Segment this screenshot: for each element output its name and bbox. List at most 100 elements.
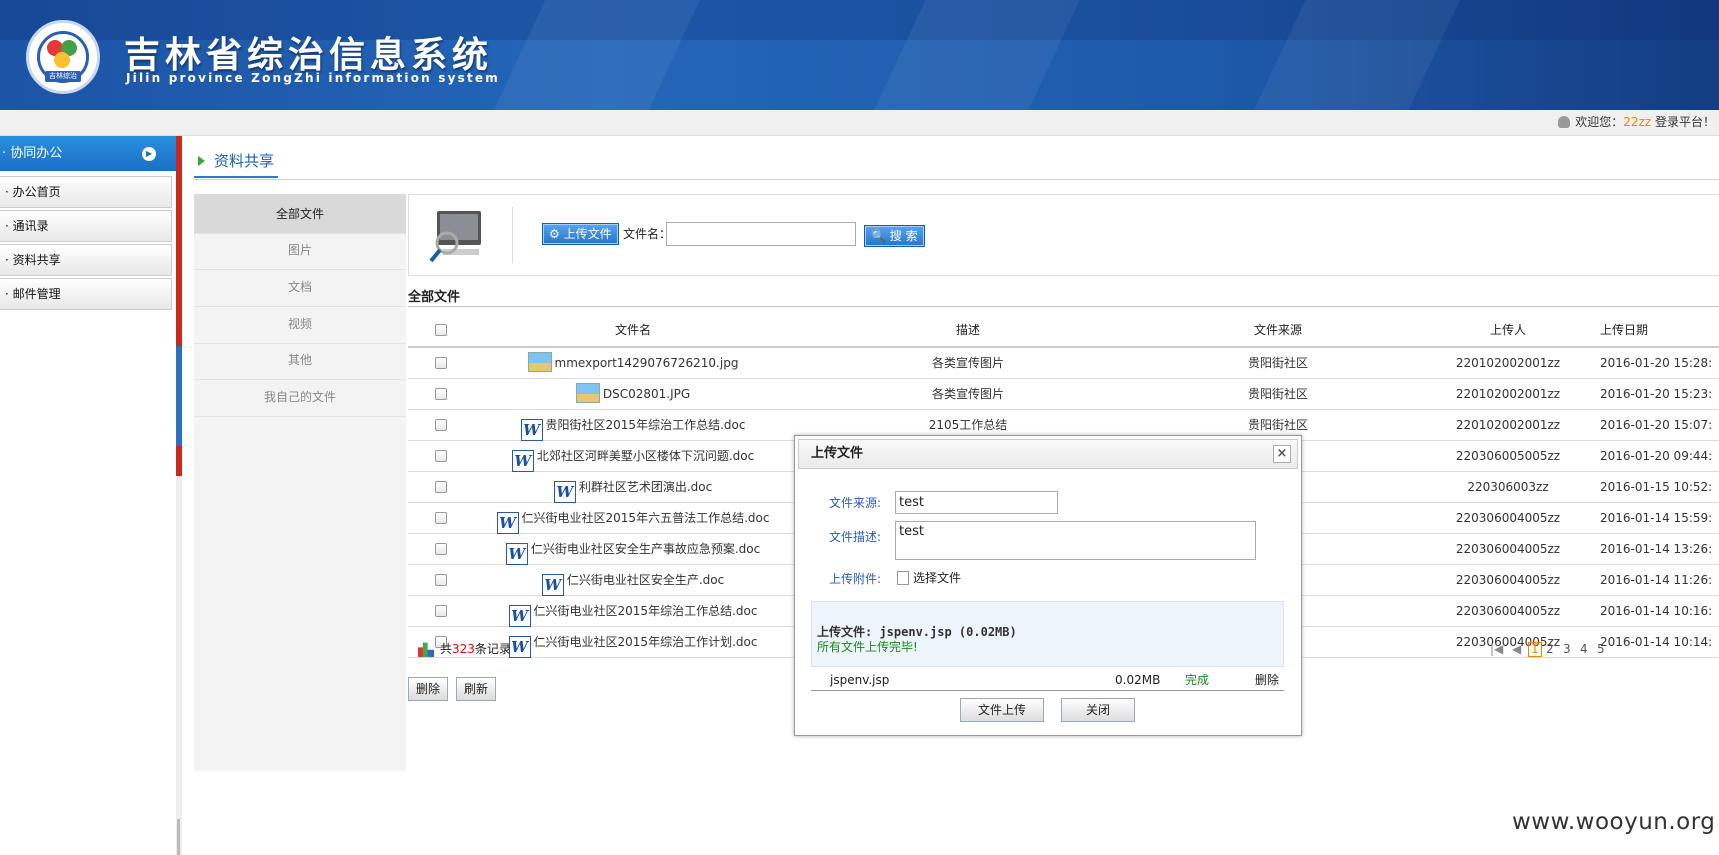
welcome-text: 欢迎您： bbox=[1575, 115, 1624, 129]
file-date: 2016-01-14 11:26: bbox=[1600, 573, 1713, 587]
header-banner: 吉林综治 吉林省综治信息系统 Jilin province ZongZhi in… bbox=[0, 0, 1719, 110]
category-panel: 全部文件 图片 文档 视频 其他 我自己的文件 bbox=[194, 194, 406, 771]
divider bbox=[408, 306, 1719, 307]
tab-share[interactable]: 资料共享 bbox=[194, 150, 279, 178]
file-name-cell[interactable]: W 仁兴街电业社区安全生产.doc bbox=[448, 565, 818, 596]
image-file-icon bbox=[527, 352, 552, 372]
first-page-icon[interactable]: |◀ bbox=[1490, 633, 1503, 665]
page-4[interactable]: 4 bbox=[1580, 633, 1588, 665]
dialog-upload-button[interactable]: 文件上传 bbox=[960, 698, 1045, 722]
filename-input[interactable] bbox=[666, 222, 856, 246]
file-date: 2016-01-20 15:23: bbox=[1600, 387, 1713, 401]
refresh-button[interactable]: 刷新 bbox=[456, 677, 497, 701]
file-name-cell[interactable]: W 北郊社区河畔美墅小区楼体下沉问题.doc bbox=[448, 441, 818, 472]
pagination: |◀ ◀ 1 2 3 4 5 bbox=[1490, 633, 1719, 665]
row-checkbox[interactable] bbox=[435, 348, 447, 378]
upload-status: 上传文件: jspenv.jsp (0.02MB) 所有文件上传完毕! bbox=[811, 601, 1284, 667]
sidebar-item-contacts[interactable]: · 通讯录 bbox=[0, 210, 172, 242]
header-filename[interactable]: 文件名 bbox=[448, 314, 818, 347]
file-name-cell[interactable]: W 仁兴街电业社区2015年综治工作总结.doc bbox=[448, 596, 818, 627]
category-documents[interactable]: 文档 bbox=[194, 267, 406, 307]
sidebar-header-label: · 协同办公 bbox=[2, 146, 63, 161]
category-images[interactable]: 图片 bbox=[194, 230, 406, 270]
page-5[interactable]: 5 bbox=[1597, 633, 1605, 665]
system-subtitle: Jilin province ZongZhi information syste… bbox=[126, 71, 500, 85]
checkbox-icon bbox=[435, 512, 447, 524]
category-all[interactable]: 全部文件 bbox=[194, 194, 406, 234]
username[interactable]: 22zz bbox=[1623, 115, 1651, 129]
file-name-cell[interactable]: DSC02801.JPG bbox=[448, 379, 818, 409]
row-checkbox[interactable] bbox=[435, 410, 447, 440]
word-file-icon: W bbox=[541, 574, 564, 596]
file-name-cell[interactable]: mmexport1429076726210.jpg bbox=[448, 348, 818, 378]
image-file-icon bbox=[575, 383, 600, 403]
sidebar: · 协同办公 ▶ · 办公首页 · 通讯录 · 资料共享 · 邮件管理 bbox=[0, 136, 182, 855]
row-checkbox[interactable] bbox=[435, 596, 447, 626]
dialog-header: 上传文件 × bbox=[798, 439, 1298, 469]
sidebar-item-mail[interactable]: · 邮件管理 bbox=[0, 278, 172, 310]
header-description[interactable]: 描述 bbox=[868, 314, 1068, 347]
file-name-cell[interactable]: W 仁兴街电业社区安全生产事故应急预案.doc bbox=[448, 534, 818, 565]
uploaded-file-status: 完成 bbox=[1185, 673, 1210, 687]
page-3[interactable]: 3 bbox=[1563, 633, 1571, 665]
row-checkbox[interactable] bbox=[435, 441, 447, 471]
file-date: 2016-01-14 10:16: bbox=[1600, 604, 1713, 618]
file-name-cell[interactable]: W 仁兴街电业社区2015年六五普法工作总结.doc bbox=[448, 503, 818, 534]
row-checkbox[interactable] bbox=[435, 379, 447, 409]
arrow-icon bbox=[198, 156, 205, 166]
sidebar-item-share[interactable]: · 资料共享 bbox=[0, 244, 172, 276]
source-input[interactable]: test bbox=[895, 491, 1058, 514]
checkbox-icon bbox=[435, 357, 447, 369]
list-title: 全部文件 bbox=[408, 290, 461, 305]
category-mine[interactable]: 我自己的文件 bbox=[194, 377, 406, 417]
select-all-checkbox[interactable] bbox=[435, 314, 447, 347]
play-icon: ▶ bbox=[142, 147, 156, 161]
user-icon bbox=[1558, 116, 1571, 128]
table-row[interactable]: mmexport1429076726210.jpg 各类宣传图片 贵阳街社区 2201… bbox=[408, 348, 1719, 379]
table-row[interactable]: DSC02801.JPG 各类宣传图片 贵阳街社区 220102002001zz 201… bbox=[408, 379, 1719, 410]
uploaded-file-row: jspenv.jsp 0.02MB 完成 删除 bbox=[811, 669, 1284, 691]
divider bbox=[194, 179, 1719, 180]
tab-label: 资料共享 bbox=[214, 152, 275, 170]
table-header-row: 文件名 描述 文件来源 上传人 上传日期 bbox=[408, 314, 1719, 348]
filename-label: 文件名： bbox=[623, 227, 672, 241]
file-date: 2016-01-20 15:07: bbox=[1600, 418, 1713, 432]
row-checkbox[interactable] bbox=[435, 534, 447, 564]
checkbox-icon bbox=[435, 324, 447, 336]
word-file-icon: W bbox=[508, 605, 531, 627]
uploaded-file-delete[interactable]: 删除 bbox=[1255, 669, 1279, 691]
description-label: 文件描述: bbox=[829, 530, 882, 544]
dialog-title: 上传文件 bbox=[811, 446, 864, 461]
page-2[interactable]: 2 bbox=[1546, 633, 1554, 665]
file-name: 仁兴街电业社区安全生产事故应急预案.doc bbox=[530, 542, 761, 556]
choose-file-button[interactable]: 选择文件 bbox=[913, 570, 961, 586]
row-checkbox[interactable] bbox=[435, 565, 447, 595]
sidebar-item-home[interactable]: · 办公首页 bbox=[0, 176, 172, 208]
source-label: 文件来源: bbox=[829, 496, 882, 510]
row-checkbox[interactable] bbox=[435, 503, 447, 533]
dialog-close-button[interactable]: 关闭 bbox=[1061, 698, 1136, 722]
page-1[interactable]: 1 bbox=[1528, 642, 1542, 657]
search-button[interactable]: 🔍 搜 索 bbox=[864, 225, 925, 247]
file-name: 仁兴街电业社区2015年六五普法工作总结.doc bbox=[521, 511, 770, 525]
category-videos[interactable]: 视频 bbox=[194, 304, 406, 344]
file-date: 2016-01-14 13:26: bbox=[1600, 542, 1713, 556]
close-icon[interactable]: × bbox=[1273, 445, 1291, 463]
file-name-cell[interactable]: W 贵阳街社区2015年综治工作总结.doc bbox=[448, 410, 818, 441]
status-complete: 所有文件上传完毕! bbox=[817, 640, 918, 654]
category-other[interactable]: 其他 bbox=[194, 340, 406, 380]
file-name-cell[interactable]: W 利群社区艺术团演出.doc bbox=[448, 472, 818, 503]
row-checkbox[interactable] bbox=[435, 472, 447, 502]
sidebar-header[interactable]: · 协同办公 ▶ bbox=[0, 136, 176, 171]
upload-file-button[interactable]: ⚙ 上传文件 bbox=[542, 223, 619, 245]
checkbox-icon bbox=[435, 543, 447, 555]
file-name: 仁兴街电业社区安全生产.doc bbox=[566, 573, 725, 587]
prev-page-icon[interactable]: ◀ bbox=[1512, 633, 1521, 665]
delete-button[interactable]: 删除 bbox=[408, 677, 449, 701]
magnifier-icon bbox=[429, 211, 481, 263]
word-file-icon: W bbox=[505, 543, 528, 565]
description-textarea[interactable]: test bbox=[895, 521, 1256, 560]
uploaded-file-size: 0.02MB bbox=[1115, 673, 1161, 687]
header-date[interactable]: 上传日期 bbox=[1473, 314, 1719, 347]
file-date: 2016-01-14 15:59: bbox=[1600, 511, 1713, 525]
